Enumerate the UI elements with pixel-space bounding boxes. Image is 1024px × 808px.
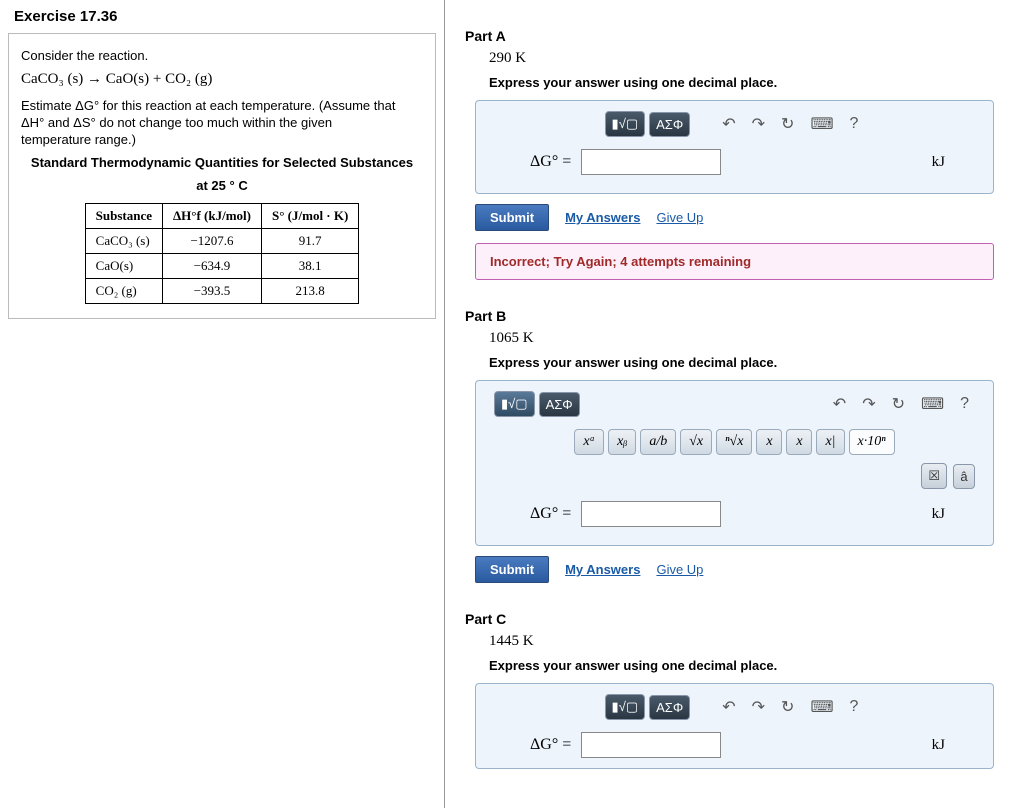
redo-icon[interactable]: ↷ (746, 112, 771, 136)
undo-icon[interactable]: ↶ (716, 112, 741, 136)
greek-icon[interactable]: ΑΣΦ (649, 695, 690, 720)
part-b-temp: 1065 K (489, 330, 1014, 347)
col-substance: Substance (85, 204, 162, 229)
part-b-symbol-row: xᵃ xᵦ a/b √x ⁿ√x x x x| x·10ⁿ (494, 429, 975, 455)
part-b-title: Part B (465, 308, 1014, 324)
sym-sub[interactable]: xᵦ (608, 429, 636, 455)
part-a-toolbar: ▮√▢ ΑΣΦ ↶ ↷ ↻ ⌨ ? (494, 111, 975, 137)
exercise-title: Exercise 17.36 (14, 8, 436, 25)
prompt-box: Consider the reaction. CaCO₃ (s) → CaO(s… (8, 33, 436, 319)
keyboard-icon[interactable]: ⌨ (804, 695, 839, 719)
col-s0: S° (J/mol · K) (262, 204, 359, 229)
prompt-assume-2: ΔH° and ΔS° do not change too much withi… (21, 115, 423, 130)
submit-button[interactable]: Submit (475, 556, 549, 583)
answer-panel: Part A 290 K Express your answer using o… (445, 0, 1024, 808)
my-answers-link[interactable]: My Answers (565, 562, 640, 577)
templates-icon[interactable]: ▮√▢ (605, 694, 646, 720)
part-a-feedback: Incorrect; Try Again; 4 attempts remaini… (475, 243, 994, 280)
help-icon[interactable]: ? (844, 696, 865, 718)
problem-panel: Exercise 17.36 Consider the reaction. Ca… (0, 0, 445, 808)
sym-frac[interactable]: a/b (640, 429, 676, 455)
unit-label: kJ (932, 737, 945, 754)
help-icon[interactable]: ? (844, 113, 865, 135)
dg-label: ΔG° = (530, 505, 571, 523)
give-up-link[interactable]: Give Up (656, 210, 703, 225)
part-c-instructions: Express your answer using one decimal pl… (489, 658, 1014, 673)
sym-nroot[interactable]: ⁿ√x (716, 429, 752, 455)
part-a-instructions: Express your answer using one decimal pl… (489, 75, 1014, 90)
reset-icon[interactable]: ↻ (775, 695, 800, 719)
keyboard-icon[interactable]: ⌨ (804, 112, 839, 136)
unit-label: kJ (932, 154, 945, 171)
templates-icon[interactable]: ▮√▢ (605, 111, 646, 137)
help-icon[interactable]: ? (954, 393, 975, 415)
part-b-answer-input[interactable] (581, 501, 721, 527)
prompt-line-1: Consider the reaction. (21, 48, 423, 63)
dg-label: ΔG° = (530, 736, 571, 754)
part-b-instructions: Express your answer using one decimal pl… (489, 355, 1014, 370)
keyboard-icon[interactable]: ⌨ (915, 392, 950, 416)
part-a-answer-box: ▮√▢ ΑΣΦ ↶ ↷ ↻ ⌨ ? ΔG° = kJ (475, 100, 994, 194)
reset-icon[interactable]: ↻ (775, 112, 800, 136)
part-a-temp: 290 K (489, 50, 1014, 67)
part-c-temp: 1445 K (489, 633, 1014, 650)
greek-icon[interactable]: ΑΣΦ (539, 392, 580, 417)
thermo-table: Substance ΔH°f (kJ/mol) S° (J/mol · K) C… (85, 203, 360, 304)
greek-icon[interactable]: ΑΣΦ (649, 112, 690, 137)
templates-icon[interactable]: ▮√▢ (494, 391, 535, 417)
undo-icon[interactable]: ↶ (827, 392, 852, 416)
part-a-answer-input[interactable] (581, 149, 721, 175)
thermo-heading-2: at 25 ° C (21, 178, 423, 193)
reset-icon[interactable]: ↻ (886, 392, 911, 416)
part-c-answer-box: ▮√▢ ΑΣΦ ↶ ↷ ↻ ⌨ ? ΔG° = kJ (475, 683, 994, 769)
my-answers-link[interactable]: My Answers (565, 210, 640, 225)
sym-super[interactable]: xᵃ (574, 429, 604, 455)
part-a-button-row: Submit My Answers Give Up (475, 204, 1014, 231)
sym-abs[interactable]: x| (816, 429, 844, 455)
prompt-assume-1: Estimate ΔG° for this reaction at each t… (21, 98, 423, 113)
part-b-button-row: Submit My Answers Give Up (475, 556, 1014, 583)
give-up-link[interactable]: Give Up (656, 562, 703, 577)
reaction-equation: CaCO₃ (s) → CaO(s) + CO₂ (g) (21, 71, 423, 88)
part-a-title: Part A (465, 28, 1014, 44)
dg-label: ΔG° = (530, 153, 571, 171)
redo-icon[interactable]: ↷ (856, 392, 881, 416)
table-row: CO₂ (g) −393.5 213.8 (85, 279, 359, 304)
part-b-toolbar-aux: ☒ â (494, 463, 975, 489)
sym-vec[interactable]: x (756, 429, 782, 455)
undo-icon[interactable]: ↶ (716, 695, 741, 719)
col-dhf: ΔH°f (kJ/mol) (163, 204, 262, 229)
prompt-assume-3: temperature range.) (21, 132, 423, 147)
char-pad-icon[interactable]: â (953, 464, 975, 489)
part-c-toolbar: ▮√▢ ΑΣΦ ↶ ↷ ↻ ⌨ ? (494, 694, 975, 720)
sym-hat[interactable]: x (786, 429, 812, 455)
part-c-title: Part C (465, 611, 1014, 627)
part-b-answer-box: ▮√▢ ΑΣΦ ↶ ↷ ↻ ⌨ ? xᵃ xᵦ a/b √x ⁿ√x x x x… (475, 380, 994, 546)
redo-icon[interactable]: ↷ (746, 695, 771, 719)
table-row: CaO(s) −634.9 38.1 (85, 254, 359, 279)
table-row: CaCO₃ (s) −1207.6 91.7 (85, 229, 359, 254)
close-pad-icon[interactable]: ☒ (921, 463, 947, 489)
submit-button[interactable]: Submit (475, 204, 549, 231)
thermo-heading-1: Standard Thermodynamic Quantities for Se… (21, 155, 423, 170)
sym-sci[interactable]: x·10ⁿ (849, 429, 895, 455)
sym-sqrt[interactable]: √x (680, 429, 712, 455)
part-b-toolbar-main: ▮√▢ ΑΣΦ ↶ ↷ ↻ ⌨ ? (494, 391, 975, 417)
unit-label: kJ (932, 506, 945, 523)
part-c-answer-input[interactable] (581, 732, 721, 758)
